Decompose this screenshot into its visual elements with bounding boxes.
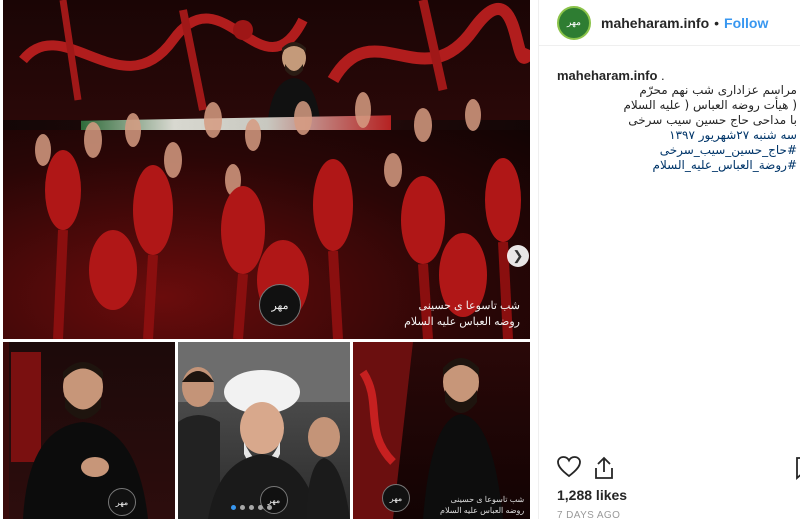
main-photo[interactable]: مهر شب تاسوعا ی حسینی روضه العباس علیه ا… xyxy=(3,0,530,339)
carousel-dot[interactable] xyxy=(267,505,272,510)
carousel-dot[interactable] xyxy=(258,505,263,510)
avatar[interactable]: مهر xyxy=(557,5,591,40)
caption-line: مراسم عزاداری شب نهم محرّم xyxy=(639,83,797,97)
caption-hashtag-line[interactable]: سه شنبه ۲۷شهریور ۱۳۹۷ #حاج_حسین_سیب_سرخی xyxy=(557,128,797,158)
thumbnail-1[interactable] xyxy=(3,342,175,519)
username-link[interactable]: maheharam.info xyxy=(601,15,709,31)
caption-hashtag-line[interactable]: #روضة_العباس_علیه_السلام xyxy=(557,158,797,173)
carousel-dot[interactable] xyxy=(231,505,236,510)
share-icon[interactable] xyxy=(593,456,615,480)
caption-username-suffix: . xyxy=(657,68,665,83)
post-timestamp: 7 DAYS AGO xyxy=(557,510,621,519)
follow-button[interactable]: Follow xyxy=(724,15,768,31)
logo-text: مهر xyxy=(115,497,129,507)
thumb3-caption-line-1: شب تاسوعا ی حسینی xyxy=(450,495,525,504)
carousel-dots xyxy=(231,505,272,510)
logo-text: مهر xyxy=(267,495,281,505)
separator: • xyxy=(714,14,720,31)
likes-count[interactable]: 1,288 likes xyxy=(557,487,627,503)
caption-line: با مداحی حاج حسین سیب سرخی xyxy=(628,113,797,127)
post-side-panel: مهر maheharam.info • Follow maheharam.in… xyxy=(538,0,800,519)
thumbnail-1-logo: مهر xyxy=(108,488,136,516)
caption-line: ( هیأت روضه العباس ( علیه السلام xyxy=(623,98,797,112)
thumbnail-3-caption: شب تاسوعا ی حسینی روضه العباس علیه السلا… xyxy=(440,494,524,516)
post-media[interactable]: مهر شب تاسوعا ی حسینی روضه العباس علیه ا… xyxy=(0,0,538,519)
thumbnail-3[interactable] xyxy=(353,342,530,519)
bookmark-icon[interactable] xyxy=(795,456,800,480)
thumbnail-3-logo: مهر xyxy=(382,484,410,512)
post-header: مهر maheharam.info • Follow xyxy=(539,0,800,46)
carousel-dot[interactable] xyxy=(240,505,245,510)
heart-icon[interactable] xyxy=(557,456,581,478)
watermark-logo: مهر xyxy=(259,284,301,326)
thumb3-caption-line-2: روضه العباس علیه السلام xyxy=(440,506,525,515)
carousel-dot[interactable] xyxy=(249,505,254,510)
logo-text: مهر xyxy=(271,298,289,312)
post-actions xyxy=(557,456,800,482)
logo-text: مهر xyxy=(389,493,403,503)
overlay-line-1: شب تاسوعا ی حسینی xyxy=(418,300,520,312)
carousel-next-button[interactable]: ❯ xyxy=(507,245,529,267)
overlay-line-2: روضه العباس علیه السلام xyxy=(404,316,520,328)
avatar-logo-icon: مهر xyxy=(567,17,581,28)
chevron-right-icon: ❯ xyxy=(512,248,524,263)
caption-username[interactable]: maheharam.info xyxy=(557,68,657,83)
post-caption: maheharam.info . مراسم عزاداری شب نهم مح… xyxy=(557,68,797,173)
photo-overlay-caption: شب تاسوعا ی حسینی روضه العباس علیه السلا… xyxy=(404,298,520,330)
